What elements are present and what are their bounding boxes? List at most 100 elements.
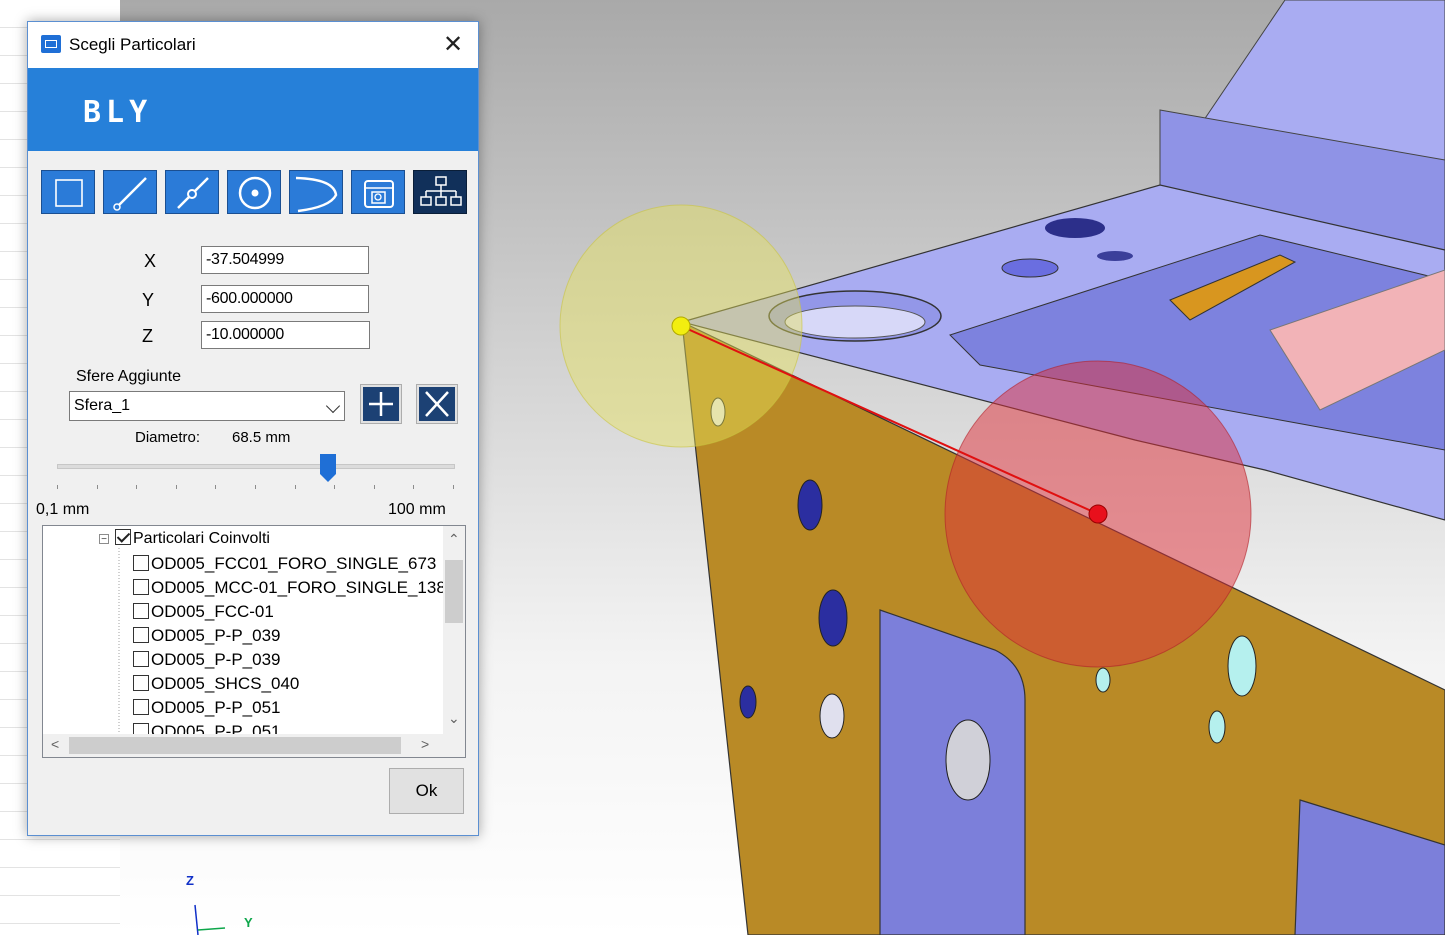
rectangle-select-icon xyxy=(55,179,83,207)
chevron-down-icon xyxy=(325,398,341,414)
tree-item-label: OD005_FCC-01 xyxy=(151,602,274,621)
horizontal-scroll-thumb[interactable] xyxy=(69,737,401,754)
model-top-hole-inner xyxy=(784,305,926,339)
slider-tick xyxy=(255,485,256,489)
item-checkbox[interactable] xyxy=(133,627,149,643)
scroll-down-icon[interactable]: ⌄ xyxy=(448,710,460,727)
curve-select-button[interactable] xyxy=(289,170,343,214)
tree-root-item[interactable]: − Particolari Coinvolti xyxy=(99,529,270,551)
item-checkbox[interactable] xyxy=(133,555,149,571)
y-coordinate-input[interactable] xyxy=(201,285,369,313)
model-side-hole xyxy=(1227,635,1257,697)
dialog-titlebar[interactable]: Scegli Particolari ✕ xyxy=(28,22,478,68)
tree-item-label: OD005_FCC01_FORO_SINGLE_673 xyxy=(151,554,437,573)
ok-button[interactable]: Ok xyxy=(389,768,464,814)
item-checkbox[interactable] xyxy=(133,651,149,667)
close-button[interactable]: ✕ xyxy=(440,32,466,58)
curve-select-icon xyxy=(295,176,338,213)
hierarchy-tree-button[interactable] xyxy=(413,170,467,214)
item-checkbox[interactable] xyxy=(133,603,149,619)
scroll-up-icon[interactable]: ⌃ xyxy=(448,531,460,548)
slider-min-label: 0,1 mm xyxy=(36,501,90,518)
collapse-icon[interactable]: − xyxy=(99,534,109,545)
diameter-slider-track[interactable] xyxy=(57,464,455,469)
remove-sphere-button[interactable] xyxy=(416,384,458,424)
tree-item[interactable]: OD005_FCC01_FORO_SINGLE_673 xyxy=(133,554,436,578)
model-side-hole xyxy=(818,589,848,647)
tree-item[interactable]: OD005_P-P_051 xyxy=(133,698,280,722)
point-red[interactable] xyxy=(1088,504,1108,524)
vertical-scroll-thumb[interactable] xyxy=(445,560,463,623)
tree-item-label: OD005_MCC-01_FORO_SINGLE_1383 xyxy=(151,578,456,597)
item-checkbox[interactable] xyxy=(133,675,149,691)
diameter-label: Diametro: xyxy=(135,429,201,446)
tree-item-label: OD005_P-P_039 xyxy=(151,650,281,669)
z-label: Z xyxy=(142,326,153,346)
tree-item-label: OD005_P-P_039 xyxy=(151,626,281,645)
tree-item-label: OD005_P-P_051 xyxy=(151,698,281,717)
slider-tick xyxy=(294,485,296,489)
model-top-hole-2 xyxy=(1045,218,1105,238)
slider-tick xyxy=(334,485,336,489)
y-label: Y xyxy=(142,290,155,310)
bly-banner: BLY xyxy=(28,68,478,151)
model-side-hole xyxy=(1095,667,1111,693)
slider-tick xyxy=(215,485,217,489)
particolari-tree[interactable]: − Particolari Coinvolti OD005_FCC01_FORO_… xyxy=(42,525,466,758)
window-app-icon xyxy=(41,35,61,53)
tree-item[interactable]: OD005_P-P_039 xyxy=(133,626,280,650)
sphere-select-value: Sfera_1 xyxy=(74,397,131,414)
slider-tick xyxy=(175,485,177,489)
z-coordinate-input[interactable] xyxy=(201,321,370,349)
dialog-title: Scegli Particolari xyxy=(69,35,196,54)
model-top-hole-3 xyxy=(1001,258,1059,278)
tree-item[interactable]: OD005_MCC-01_FORO_SINGLE_1383 xyxy=(133,578,455,602)
diameter-slider-thumb[interactable] xyxy=(320,454,337,482)
tree-item[interactable]: OD005_P-P_039 xyxy=(133,650,280,674)
scroll-left-icon[interactable]: < xyxy=(51,736,59,752)
axis-y-line xyxy=(197,927,226,931)
model-side-hole xyxy=(1208,710,1226,744)
slider-tick xyxy=(136,485,138,489)
solid-select-icon xyxy=(364,180,394,208)
model-side-hole xyxy=(797,479,823,531)
model-side-hole xyxy=(739,685,757,719)
sfere-aggiunte-label: Sfere Aggiunte xyxy=(76,368,181,385)
root-checkbox[interactable] xyxy=(115,529,131,545)
circle-select-button[interactable] xyxy=(227,170,281,214)
slider-max-label: 100 mm xyxy=(388,501,446,518)
model-plate-hole xyxy=(945,719,991,801)
item-checkbox[interactable] xyxy=(133,579,149,595)
slider-tick xyxy=(57,485,58,489)
scroll-right-icon[interactable]: > xyxy=(421,736,429,752)
tree-horizontal-scrollbar[interactable]: < > xyxy=(43,734,443,757)
point-line-select-button[interactable] xyxy=(165,170,219,214)
axis-z-label: Z xyxy=(186,873,194,888)
slider-tick xyxy=(453,485,454,489)
x-icon xyxy=(425,391,449,417)
diameter-value: 68.5 mm xyxy=(232,429,291,446)
slider-tick xyxy=(373,485,375,489)
rectangle-select-button[interactable] xyxy=(41,170,95,214)
circle-select-icon xyxy=(238,176,272,210)
line-select-button[interactable] xyxy=(103,170,157,214)
slider-tick xyxy=(413,485,415,489)
line-select-icon xyxy=(113,177,147,211)
point-yellow[interactable] xyxy=(671,316,691,336)
item-checkbox[interactable] xyxy=(133,699,149,715)
model-top-hole-4 xyxy=(1097,251,1133,261)
hierarchy-tree-icon xyxy=(420,176,462,206)
tree-vertical-scrollbar[interactable]: ⌃ ⌄ xyxy=(443,526,465,734)
add-sphere-button[interactable] xyxy=(360,384,402,424)
tree-item[interactable]: OD005_SHCS_040 xyxy=(133,674,299,698)
sphere-select[interactable]: Sfera_1 xyxy=(69,391,345,421)
x-coordinate-input[interactable] xyxy=(201,246,369,274)
tree-item[interactable]: OD005_FCC-01 xyxy=(133,602,274,626)
tree-root-label: Particolari Coinvolti xyxy=(133,530,270,547)
scrollbar-corner xyxy=(443,734,465,757)
scegli-particolari-dialog: Scegli Particolari ✕ BLY X -37.504999 Y … xyxy=(27,21,479,836)
model-side-hole xyxy=(819,693,845,739)
solid-select-button[interactable] xyxy=(351,170,405,214)
slider-tick xyxy=(96,485,98,489)
axis-y-label: Y xyxy=(244,915,253,930)
